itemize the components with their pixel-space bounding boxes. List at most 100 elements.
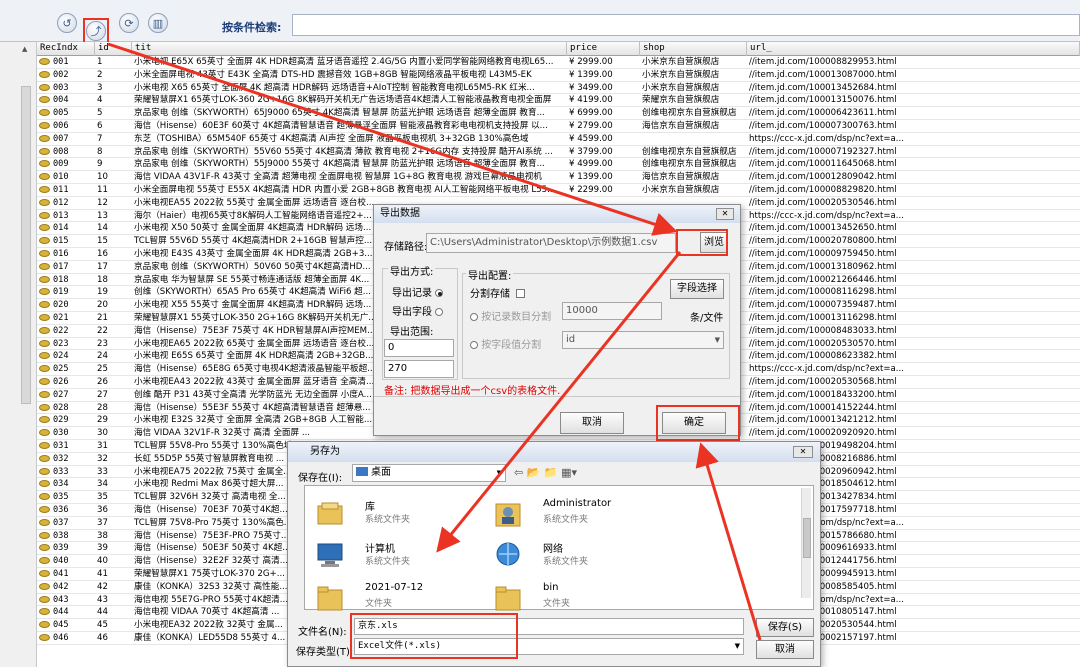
cell-recindx[interactable]: 028 xyxy=(37,402,95,415)
cell-recindx[interactable]: 017 xyxy=(37,261,95,274)
table-row[interactable]: 002 2 小米全面屏电视 43英寸 E43K 全高清 DTS-HD 震撼音效 1G… xyxy=(37,69,1080,82)
cell-tit[interactable]: 海信 VIDAA 43V1F-R 43英寸 全高清 超薄电视 全面屏电视 智慧屏… xyxy=(132,171,567,184)
column-header-id[interactable]: id xyxy=(95,42,132,56)
method-record-radio[interactable] xyxy=(435,289,444,297)
cell-id[interactable]: 17 xyxy=(95,261,132,274)
cell-price[interactable]: ¥ 6999.00 xyxy=(567,107,640,120)
cell-recindx[interactable]: 002 xyxy=(37,69,95,82)
cell-tit[interactable]: 东芝（TOSHIBA）65M540F 65英寸 4K超高清 AI声控 全面屏 液… xyxy=(132,133,567,146)
cell-tit[interactable]: 海信（Hisense）60E3F 60英寸 4K超高清智慧语音 超薄悬浮全面屏 … xyxy=(132,120,567,133)
split-label[interactable]: 分割存储 xyxy=(470,285,526,300)
cell-url[interactable]: https://ccc-x.jd.com/dsp/nc?ext=a... xyxy=(747,363,1080,376)
table-row[interactable]: 004 4 荣耀智慧屏X1 65英寸LOK-360 2G+16G 8K解码开关机无广… xyxy=(37,94,1080,108)
cell-recindx[interactable]: 009 xyxy=(37,158,95,171)
cell-recindx[interactable]: 024 xyxy=(37,350,95,363)
cell-id[interactable]: 22 xyxy=(95,325,132,338)
cell-shop[interactable]: 海信京东自营旗舰店 xyxy=(640,171,747,184)
by-count-radio[interactable] xyxy=(470,313,478,321)
cell-recindx[interactable]: 008 xyxy=(37,146,95,159)
cell-url[interactable]: //item.jd.com/100013150076.html xyxy=(747,94,1080,107)
file-item-folder-bin[interactable]: bin 文件夹 xyxy=(493,580,693,620)
cell-price[interactable]: ¥ 4999.00 xyxy=(567,158,640,171)
cell-id[interactable]: 10 xyxy=(95,171,132,184)
method-record-label[interactable]: 导出记录 xyxy=(392,284,444,299)
cell-id[interactable]: 20 xyxy=(95,299,132,312)
cell-tit[interactable]: 荣耀智慧屏X1 65英寸LOK-360 2G+16G 8K解码开关机无广告远场语… xyxy=(132,94,567,107)
cell-recindx[interactable]: 007 xyxy=(37,133,95,146)
cell-price[interactable]: ¥ 2999.00 xyxy=(567,56,640,69)
cell-id[interactable]: 6 xyxy=(95,120,132,133)
cell-id[interactable]: 13 xyxy=(95,210,132,223)
cell-price[interactable]: ¥ 1399.00 xyxy=(567,171,640,184)
cell-id[interactable]: 4 xyxy=(95,94,132,107)
table-row[interactable]: 008 8 京品家电 创维（SKYWORTH）55V60 55英寸 4K超高清 薄款… xyxy=(37,146,1080,159)
cell-url[interactable]: //item.jd.com/100008116298.html xyxy=(747,286,1080,299)
table-row[interactable]: 007 7 东芝（TOSHIBA）65M540F 65英寸 4K超高清 AI声控 全… xyxy=(37,133,1080,146)
cell-id[interactable]: 26 xyxy=(95,376,132,389)
cell-shop[interactable]: 小米京东自营旗舰店 xyxy=(640,82,747,95)
column-header-recindx[interactable]: RecIndx xyxy=(37,42,95,56)
cell-url[interactable]: //item.jd.com/100020530570.html xyxy=(747,338,1080,351)
cell-id[interactable]: 12 xyxy=(95,197,132,210)
cell-url[interactable]: //item.jd.com/100008623382.html xyxy=(747,350,1080,363)
cell-price[interactable]: ¥ 3799.00 xyxy=(567,146,640,159)
cell-url[interactable]: //item.jd.com/100020530546.html xyxy=(747,197,1080,210)
cell-id[interactable]: 39 xyxy=(95,542,132,555)
cell-id[interactable]: 2 xyxy=(95,69,132,82)
table-row[interactable]: 001 1 小米电视 E65X 65英寸 全面屏 4K HDR超高清 蓝牙语音遥控 … xyxy=(37,56,1080,69)
cell-url[interactable]: //item.jd.com/100013087000.html xyxy=(747,69,1080,82)
cell-recindx[interactable]: 020 xyxy=(37,299,95,312)
cancel-button[interactable]: 取消 xyxy=(756,640,814,659)
cell-id[interactable]: 44 xyxy=(95,606,132,619)
cell-price[interactable]: ¥ 3499.00 xyxy=(567,82,640,95)
cell-url[interactable]: https://ccc-x.jd.com/dsp/nc?ext=a... xyxy=(747,210,1080,223)
column-header-shop[interactable]: shop xyxy=(640,42,747,56)
cell-url[interactable]: //item.jd.com/100011645068.html xyxy=(747,158,1080,171)
cell-id[interactable]: 46 xyxy=(95,632,132,645)
cell-tit[interactable]: 京品家电 创维（SKYWORTH）55J9000 55英寸 4K超高清 智慧屏 … xyxy=(132,158,567,171)
cell-tit[interactable]: 小米电视 E65X 65英寸 全面屏 4K HDR超高清 蓝牙语音遥控 2.4G… xyxy=(132,56,567,69)
table-row[interactable]: 010 10 海信 VIDAA 43V1F-R 43英寸 全高清 超薄电视 全面屏电… xyxy=(37,171,1080,184)
close-icon[interactable]: ✕ xyxy=(793,446,813,458)
field-select-button[interactable]: 字段选择 xyxy=(670,279,724,299)
cell-url[interactable]: //item.jd.com/100013452650.html xyxy=(747,222,1080,235)
by-field-label[interactable]: 按字段值分割 xyxy=(470,336,541,351)
table-row[interactable]: 003 3 小米电视 X65 65英寸 全面屏 4K 超高清 HDR解码 远场语音+… xyxy=(37,82,1080,95)
table-row[interactable]: 005 5 京品家电 创维（SKYWORTH）65J9000 65英寸 4K超高清 … xyxy=(37,107,1080,120)
save-button[interactable]: 保存(S) xyxy=(756,618,814,637)
cell-recindx[interactable]: 019 xyxy=(37,286,95,299)
cell-price[interactable]: ¥ 1399.00 xyxy=(567,69,640,82)
back-icon[interactable]: ⇦ xyxy=(514,466,523,479)
cell-recindx[interactable]: 039 xyxy=(37,542,95,555)
cell-url[interactable]: https://ccc-x.jd.com/dsp/nc?ext=a... xyxy=(747,133,1080,146)
cancel-button[interactable]: 取消 xyxy=(560,412,624,434)
cell-recindx[interactable]: 006 xyxy=(37,120,95,133)
cell-url[interactable]: //item.jd.com/100013421212.html xyxy=(747,414,1080,427)
cell-recindx[interactable]: 037 xyxy=(37,517,95,530)
cell-recindx[interactable]: 026 xyxy=(37,376,95,389)
cell-recindx[interactable]: 027 xyxy=(37,389,95,402)
cell-tit[interactable]: 小米全面屏电视 55英寸 E55X 4K超高清 HDR 内置小爱 2GB+8GB… xyxy=(132,184,567,197)
column-header-tit[interactable]: tit xyxy=(132,42,567,56)
cell-price[interactable]: ¥ 4599.00 xyxy=(567,133,640,146)
cell-recindx[interactable]: 030 xyxy=(37,427,95,440)
cell-recindx[interactable]: 023 xyxy=(37,338,95,351)
cell-price[interactable]: ¥ 4199.00 xyxy=(567,94,640,107)
refresh-icon[interactable]: ⟳ xyxy=(119,13,139,33)
file-list-scrollbar-thumb[interactable] xyxy=(803,518,811,558)
cell-recindx[interactable]: 041 xyxy=(37,568,95,581)
cell-tit[interactable]: 京品家电 创维（SKYWORTH）65J9000 65英寸 4K超高清 智慧屏 … xyxy=(132,107,567,120)
cell-id[interactable]: 40 xyxy=(95,555,132,568)
cell-id[interactable]: 16 xyxy=(95,248,132,261)
path-field[interactable]: C:\Users\Administrator\Desktop\示例数据1.csv xyxy=(426,233,676,253)
by-count-label[interactable]: 按记录数目分割 xyxy=(470,308,551,323)
cell-id[interactable]: 36 xyxy=(95,504,132,517)
cell-url[interactable]: //item.jd.com/100020920920.html xyxy=(747,427,1080,440)
file-item-administrator[interactable]: Administrator 系统文件夹 xyxy=(493,496,693,536)
by-field-radio[interactable] xyxy=(470,341,478,349)
cell-url[interactable]: //item.jd.com/100018433200.html xyxy=(747,389,1080,402)
cell-recindx[interactable]: 029 xyxy=(37,414,95,427)
cell-id[interactable]: 24 xyxy=(95,350,132,363)
cell-id[interactable]: 29 xyxy=(95,414,132,427)
cell-recindx[interactable]: 004 xyxy=(37,94,95,107)
